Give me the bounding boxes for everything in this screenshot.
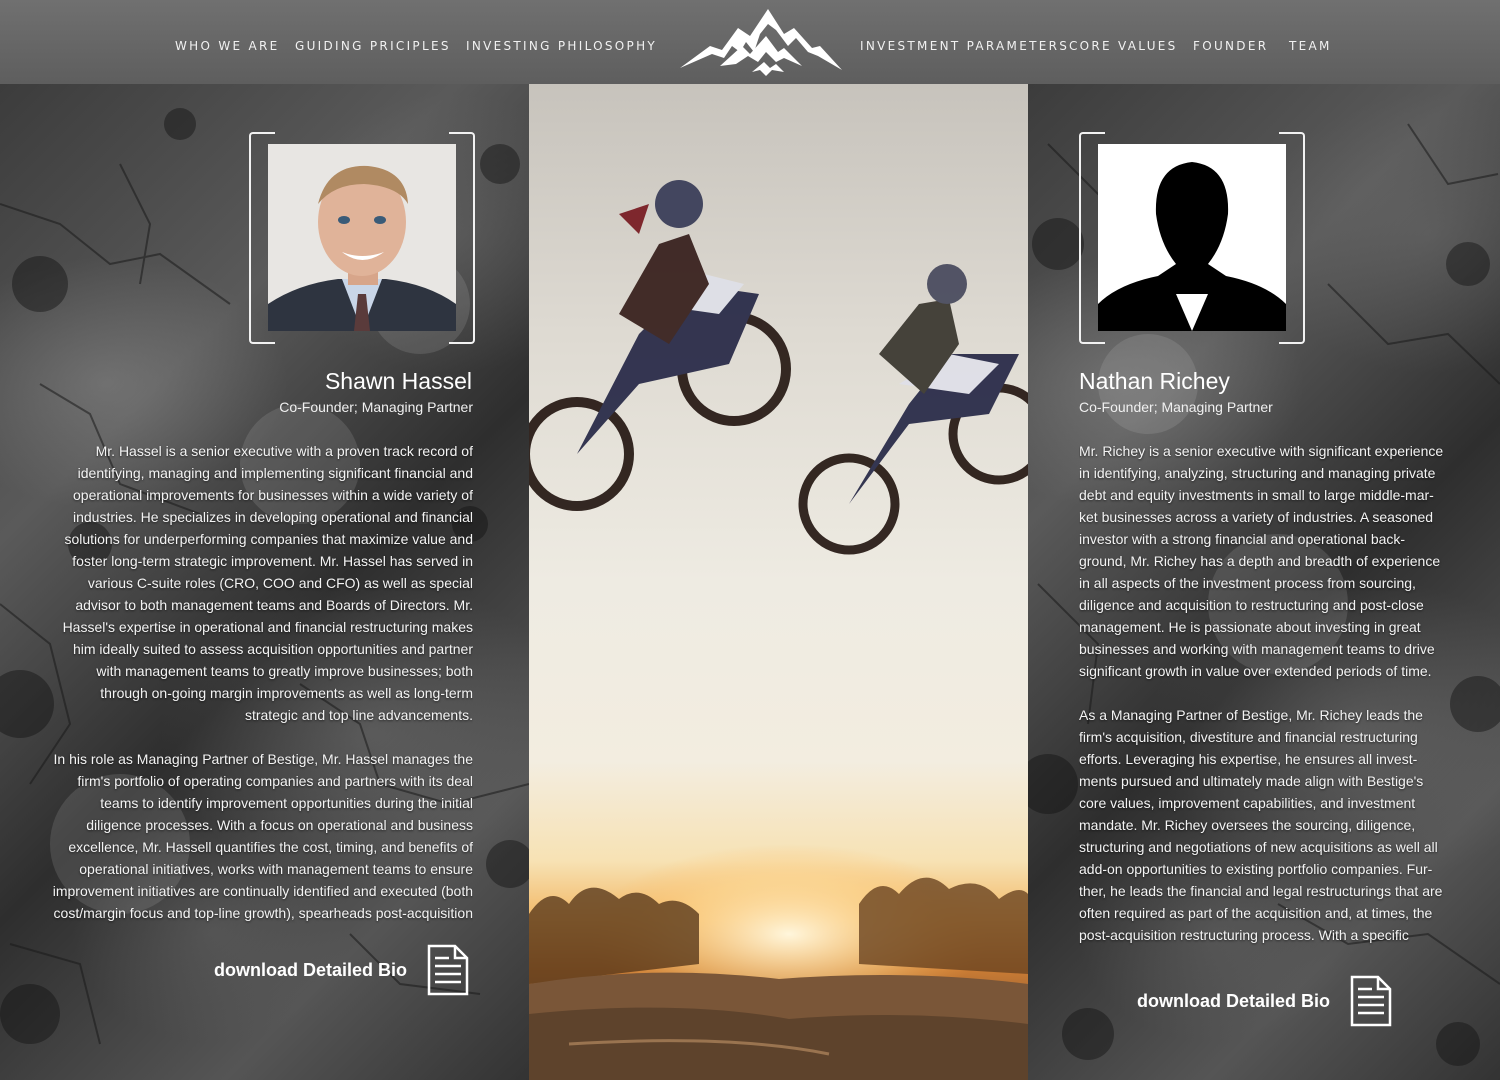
silhouette-placeholder: [1098, 144, 1286, 331]
document-icon: [1350, 975, 1392, 1027]
profile-bio: Mr. Richey is a senior executive with si…: [1079, 440, 1445, 946]
portrait-frame: [249, 132, 475, 344]
bio-paragraph: Mr. Richey is a senior executive with si…: [1079, 443, 1444, 679]
nav-investment-parameters[interactable]: INVESTMENT PARAMETERS: [860, 39, 1069, 53]
download-bio-label: download Detailed Bio: [1137, 990, 1331, 1011]
rider-two: [798, 264, 1028, 555]
bio-paragraph: In his role as Managing Partner of Besti…: [52, 751, 473, 921]
mountain-logo-icon[interactable]: [680, 6, 842, 78]
profile-role: Co-Founder; Managing Partner: [1079, 399, 1273, 415]
nav-investing-philosophy[interactable]: INVESTING PHILOSOPHY: [466, 39, 657, 53]
nav-founder[interactable]: FOUNDER: [1193, 39, 1268, 53]
portrait-frame: [1079, 132, 1305, 344]
headshot-photo: [268, 144, 456, 331]
motocross-riders-photo: [529, 84, 1028, 1080]
nav-guiding-principles[interactable]: GUIDING PRICIPLES: [295, 39, 451, 53]
bio-paragraph: As a Managing Partner of Bestige, Mr. Ri…: [1079, 707, 1443, 943]
download-bio-button[interactable]: download Detailed Bio: [1137, 975, 1394, 1027]
download-bio-button[interactable]: download Detailed Bio: [214, 944, 471, 996]
profile-role: Co-Founder; Managing Partner: [279, 399, 473, 415]
nav-who-we-are[interactable]: WHO WE ARE: [175, 39, 280, 53]
download-bio-label: download Detailed Bio: [214, 959, 408, 980]
rider-one: [529, 180, 791, 511]
profile-name: Shawn Hassel: [324, 368, 472, 394]
document-icon: [427, 944, 469, 996]
nav-team[interactable]: TEAM: [1289, 39, 1332, 53]
profile-bio: Mr. Hassel is a senior executive with a …: [50, 440, 473, 924]
nav-core-values[interactable]: CORE VALUES: [1069, 39, 1178, 53]
profile-name: Nathan Richey: [1079, 368, 1230, 394]
top-navigation: WHO WE ARE GUIDING PRICIPLES INVESTING P…: [0, 0, 1500, 84]
bio-paragraph: Mr. Hassel is a senior executive with a …: [62, 443, 473, 723]
